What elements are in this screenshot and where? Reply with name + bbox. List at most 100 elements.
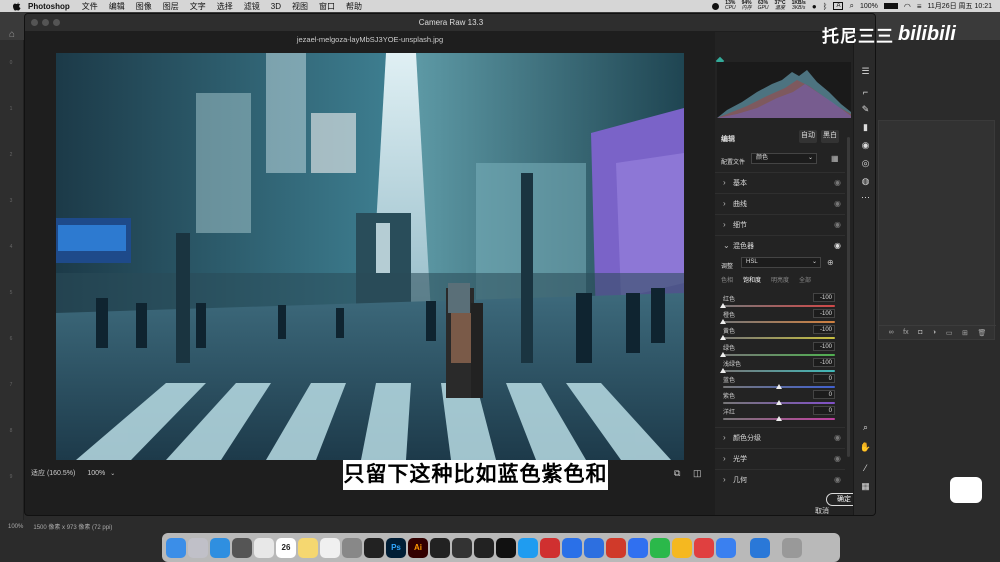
more-icon[interactable]: ⋯ (860, 192, 871, 203)
slider-track[interactable] (723, 337, 835, 340)
black-white-button[interactable]: 黑白 (821, 130, 839, 143)
settings-icon[interactable] (342, 537, 362, 558)
hsl-slider[interactable]: 紫色 0 (723, 390, 835, 407)
targeted-adjust-icon[interactable]: ⊕ (827, 258, 834, 267)
slider-thumb[interactable] (776, 384, 782, 389)
auto-button[interactable]: 自动 (799, 130, 817, 143)
slider-value-input[interactable]: -100 (813, 357, 835, 367)
close-window-button[interactable] (31, 19, 38, 26)
minimize-window-button[interactable] (42, 19, 49, 26)
illustrator-icon[interactable]: Ai (408, 537, 428, 558)
eye-icon[interactable]: ◉ (834, 199, 841, 208)
profile-select[interactable]: 颜色 ⌄ (751, 153, 817, 164)
menu-layer[interactable]: 图层 (163, 1, 179, 12)
finder-icon[interactable] (166, 537, 186, 558)
radial-icon[interactable]: ◉ (860, 140, 871, 151)
chevron-down-icon[interactable]: ⌄ (110, 470, 115, 477)
section-color-mixer[interactable]: ⌄ 混色器 ◉ (715, 235, 845, 255)
slider-track[interactable] (723, 353, 835, 356)
zoom-fit-select[interactable]: 适应 (160.5%) (31, 468, 75, 478)
wechat-status-icon[interactable]: ● (812, 2, 817, 11)
zoom-icon[interactable]: ⌕ (860, 422, 871, 433)
trash-icon[interactable]: 🗑 (977, 329, 986, 337)
calendar-icon[interactable]: 26 (276, 537, 296, 558)
view-options-icon[interactable]: ⧉ (674, 468, 680, 479)
slider-thumb[interactable] (720, 319, 726, 325)
clock[interactable]: 11月26日 周五 10:21 (928, 1, 992, 11)
tab-hue[interactable]: 色相 (721, 275, 733, 284)
tab-saturation[interactable]: 饱和度 (743, 275, 761, 284)
preview-icon[interactable] (750, 537, 770, 558)
panel-scrollbar[interactable] (847, 137, 850, 457)
slider-value-input[interactable]: -100 (813, 341, 835, 351)
feishu-icon[interactable] (562, 537, 582, 558)
hsl-slider[interactable]: 红色 -100 (720, 293, 835, 310)
weibo-icon[interactable] (694, 537, 714, 558)
slider-value-input[interactable]: 0 (813, 406, 835, 416)
before-after-icon[interactable]: ◫ (693, 468, 702, 479)
app-menu-photoshop[interactable]: Photoshop (28, 2, 70, 11)
hsl-slider[interactable]: 蓝色 0 (723, 374, 835, 391)
photo-preview[interactable] (56, 53, 684, 460)
hsl-slider[interactable]: 黄色 -100 (720, 325, 835, 342)
slider-track[interactable] (723, 321, 835, 324)
link-icon[interactable]: ∞ (889, 329, 894, 336)
wifi-icon[interactable]: ◠ (904, 2, 911, 11)
menu-view[interactable]: 视图 (292, 1, 308, 12)
slider-track[interactable] (723, 369, 835, 372)
eye-icon[interactable]: ◉ (834, 433, 841, 442)
zoom-percent-select[interactable]: 100% (87, 470, 105, 477)
tab-all[interactable]: 全部 (799, 275, 811, 284)
hsl-slider[interactable]: 洋红 0 (723, 406, 835, 423)
menu-type[interactable]: 文字 (190, 1, 206, 12)
slider-thumb[interactable] (720, 367, 726, 373)
zoom-window-button[interactable] (53, 19, 60, 26)
edit-sliders-icon[interactable]: ☰ (860, 66, 871, 77)
office-icon[interactable] (606, 537, 626, 558)
qq-music-icon[interactable] (672, 537, 692, 558)
slider-thumb[interactable] (720, 351, 726, 357)
tab-luminance[interactable]: 明亮度 (771, 275, 789, 284)
eye-icon[interactable]: ◉ (834, 220, 841, 229)
slider-thumb[interactable] (776, 400, 782, 406)
eye-icon[interactable]: ◉ (834, 475, 841, 484)
slider-value-input[interactable]: 0 (813, 390, 835, 400)
menu-help[interactable]: 帮助 (346, 1, 362, 12)
slider-value-input[interactable]: -100 (813, 293, 835, 302)
menu-3d[interactable]: 3D (271, 2, 281, 11)
home-icon[interactable]: ⌂ (9, 29, 15, 40)
apple-icon[interactable] (12, 1, 22, 11)
search-icon[interactable]: ⌕ (849, 1, 853, 11)
section-basic[interactable]: › 基本 ◉ (715, 172, 845, 192)
slider-thumb[interactable] (776, 416, 782, 422)
input-method-indicator[interactable]: A (833, 2, 844, 10)
heal-icon[interactable]: ✎ (860, 104, 871, 115)
wechat-icon[interactable] (650, 537, 670, 558)
crop-icon[interactable]: ⌐ (860, 86, 871, 97)
section-curve[interactable]: › 曲线 ◉ (715, 193, 845, 213)
photoshop-icon[interactable]: Ps (386, 537, 406, 558)
trash-icon[interactable] (782, 537, 802, 558)
reminders-icon[interactable] (320, 537, 340, 558)
section-geometry[interactable]: › 几何 ◉ (715, 469, 845, 489)
new-layer-icon[interactable]: ⊞ (962, 329, 968, 337)
hsl-slider[interactable]: 绿色 -100 (720, 341, 835, 359)
record-icon[interactable] (712, 2, 720, 10)
cancel-button[interactable]: 取消 (807, 506, 837, 515)
capcut-icon[interactable] (496, 537, 516, 558)
folder-icon[interactable]: ▭ (946, 329, 953, 337)
color-sampler-icon[interactable]: ⁄ (860, 462, 871, 473)
mask-icon[interactable]: ◘ (918, 329, 922, 336)
hsl-slider[interactable]: 浅绿色 -100 (720, 357, 835, 375)
menu-file[interactable]: 文件 (82, 1, 98, 12)
safari-icon[interactable] (210, 537, 230, 558)
mask-brush-icon[interactable]: ▮ (860, 122, 871, 133)
final-cut-icon[interactable] (430, 537, 450, 558)
profile-browser-icon[interactable]: ▦ (831, 154, 839, 163)
slider-value-input[interactable]: -100 (813, 325, 835, 335)
section-color-grading[interactable]: › 颜色分级 ◉ (715, 427, 845, 447)
eye-icon[interactable]: ◉ (834, 454, 841, 463)
baidu-icon[interactable] (584, 537, 604, 558)
adjustment-icon[interactable]: ◑ (932, 329, 936, 336)
menu-edit[interactable]: 编辑 (109, 1, 125, 12)
